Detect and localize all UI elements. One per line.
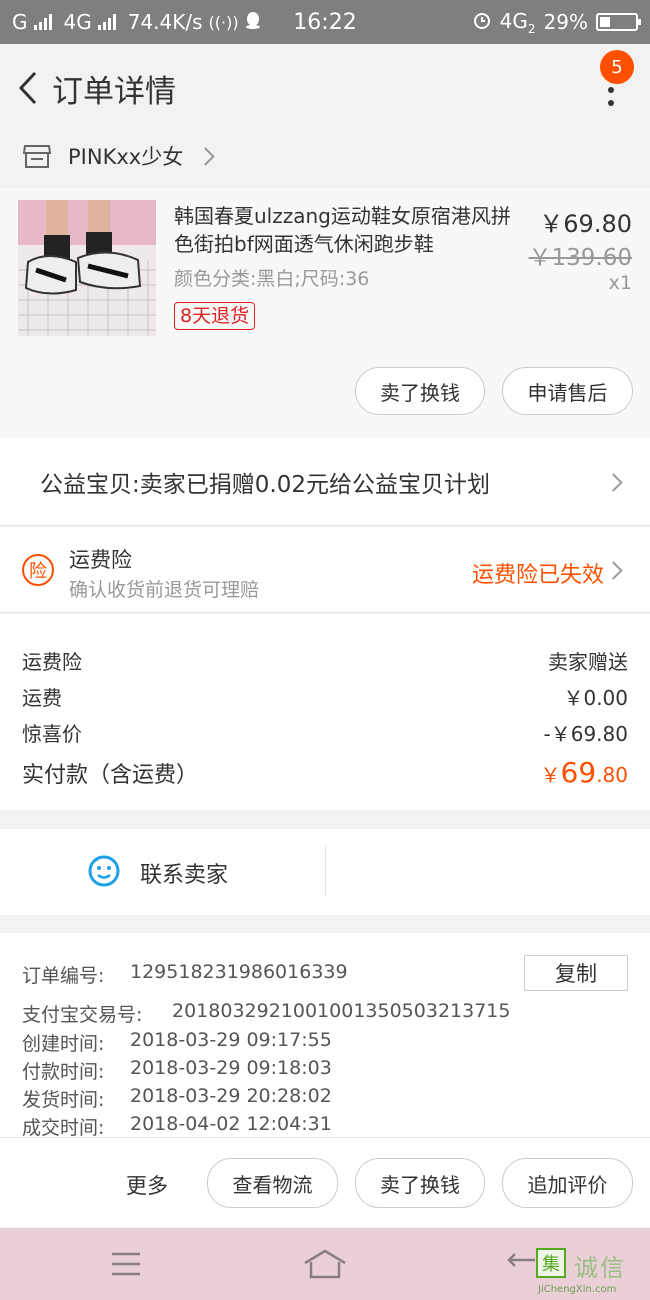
product-price: ￥69.80 <box>539 210 632 238</box>
signal-icon <box>33 14 52 30</box>
product-sku: 颜色分类:黑白;尺码:36 <box>174 268 370 290</box>
product-image[interactable] <box>18 200 156 336</box>
fee-label: 运费险 <box>22 650 82 674</box>
carrier-label: G <box>12 10 28 34</box>
page-title: 订单详情 <box>52 73 176 110</box>
watermark-logo: 集 诚信 JiChengXin.com <box>536 1242 650 1300</box>
menu-icon[interactable] <box>110 1250 142 1278</box>
contact-seller-button[interactable]: 联系卖家 <box>140 857 228 889</box>
product-title[interactable]: 韩国春夏ulzzang运动鞋女原宿港风拼色街拍bf网面透气休闲跑步鞋 <box>174 202 524 258</box>
watermark-mark: 集 <box>536 1248 566 1278</box>
insurance-subtitle: 确认收货前退货可理赔 <box>69 579 260 601</box>
status-bar: G 4G 74.4K/s ((·)) 16:22 4G2 29% <box>0 0 650 44</box>
fee-row: 惊喜价 -￥69.80 <box>22 718 628 747</box>
info-key: 付款时间: <box>22 1061 105 1083</box>
created-time-row: 创建时间: 2018-03-29 09:17:55 <box>22 1029 332 1056</box>
original-price: ￥139.60 <box>528 245 632 271</box>
info-key: 订单编号: <box>22 965 105 987</box>
total-amount: ￥69.80 <box>540 756 628 789</box>
info-value: 2018-04-02 12:04:31 <box>130 1113 332 1135</box>
charity-row[interactable]: 公益宝贝:卖家已捐赠0.02元给公益宝贝计划 <box>0 438 650 526</box>
order-number-row: 订单编号: 129518231986016339 <box>22 961 348 988</box>
info-value: 2018-03-29 20:28:02 <box>130 1085 332 1107</box>
net-speed: 74.4K/s <box>127 10 203 34</box>
insurance-icon: 险 <box>22 554 54 586</box>
store-icon <box>22 145 52 168</box>
fee-label: 运费 <box>22 686 62 710</box>
fee-row: 运费 ￥0.00 <box>22 682 628 711</box>
order-item: 韩国春夏ulzzang运动鞋女原宿港风拼色街拍bf网面透气休闲跑步鞋 颜色分类:… <box>0 188 650 438</box>
view-logistics-button[interactable]: 查看物流 <box>207 1158 338 1208</box>
insurance-title: 运费险 <box>69 548 132 572</box>
store-row[interactable]: PINKxx少女 <box>0 132 650 180</box>
fee-row: 运费险 卖家赠送 <box>22 646 628 675</box>
message-badge: 5 <box>600 50 634 84</box>
copy-button[interactable]: 复制 <box>524 955 628 991</box>
fee-value: -￥69.80 <box>543 722 628 746</box>
info-value: 2018032921001001350503213715 <box>172 1000 511 1022</box>
signal-icon-2 <box>97 14 116 30</box>
fee-label: 惊喜价 <box>22 722 82 746</box>
battery-icon <box>596 13 641 31</box>
order-info: 复制 订单编号: 129518231986016339 支付宝交易号: 2018… <box>0 933 650 1140</box>
contact-bar: 联系卖家 <box>0 829 650 915</box>
info-value: 2018-03-29 09:17:55 <box>130 1029 332 1051</box>
return-policy-tag: 8天退货 <box>174 302 256 330</box>
completed-time-row: 成交时间: 2018-04-02 12:04:31 <box>22 1113 332 1140</box>
chevron-right-icon <box>604 561 623 580</box>
divider <box>325 845 326 897</box>
order-actions: 更多 查看物流 卖了换钱 追加评价 <box>0 1137 650 1227</box>
sell-button[interactable]: 卖了换钱 <box>355 367 485 415</box>
more-button[interactable]: 更多 <box>126 1170 168 1200</box>
add-review-button[interactable]: 追加评价 <box>502 1158 633 1208</box>
insurance-status: 运费险已失效 <box>471 563 604 588</box>
info-key: 发货时间: <box>22 1089 105 1111</box>
chat-bubble-icon[interactable] <box>87 853 121 887</box>
after-sale-button[interactable]: 申请售后 <box>502 367 633 415</box>
shipping-insurance-row[interactable]: 险 运费险 确认收货前退货可理赔 运费险已失效 <box>0 527 650 613</box>
network-type: 4G2 <box>499 8 536 36</box>
qq-icon <box>245 10 261 34</box>
info-value: 2018-03-29 09:18:03 <box>130 1057 332 1079</box>
fee-value: ￥0.00 <box>563 686 628 710</box>
info-value: 129518231986016339 <box>130 961 348 983</box>
home-icon[interactable] <box>302 1248 348 1280</box>
watermark-url: JiChengXin.com <box>538 1284 617 1295</box>
chevron-left-icon <box>18 71 37 105</box>
alarm-icon <box>472 10 492 35</box>
fee-value: 卖家赠送 <box>548 650 628 674</box>
charity-text: 公益宝贝:卖家已捐赠0.02元给公益宝贝计划 <box>40 471 490 498</box>
chevron-right-icon <box>196 146 215 166</box>
fee-summary: 运费险 卖家赠送 运费 ￥0.00 惊喜价 -￥69.80 实付款（含运费） ￥… <box>0 614 650 810</box>
store-name: PINKxx少女 <box>68 145 184 169</box>
back-button[interactable] <box>10 70 46 106</box>
chevron-right-icon <box>604 473 623 492</box>
battery-percent: 29% <box>543 10 588 34</box>
info-key: 创建时间: <box>22 1033 105 1055</box>
product-quantity: x1 <box>608 272 632 294</box>
hotspot-icon: ((·)) <box>208 12 239 32</box>
info-key: 成交时间: <box>22 1117 105 1139</box>
nav-bar: 订单详情 5 <box>0 44 650 132</box>
watermark-text: 诚信 <box>574 1254 626 1282</box>
total-row: 实付款（含运费） ￥69.80 <box>22 756 628 789</box>
alipay-number-row: 支付宝交易号: 2018032921001001350503213715 <box>22 1000 510 1027</box>
total-label: 实付款（含运费） <box>22 763 199 788</box>
paid-time-row: 付款时间: 2018-03-29 09:18:03 <box>22 1057 332 1084</box>
sell-for-cash-button[interactable]: 卖了换钱 <box>355 1158 485 1208</box>
shipped-time-row: 发货时间: 2018-03-29 20:28:02 <box>22 1085 332 1112</box>
info-key: 支付宝交易号: <box>22 1004 143 1026</box>
back-nav-icon[interactable] <box>505 1250 539 1278</box>
network-label: 4G <box>63 10 92 34</box>
